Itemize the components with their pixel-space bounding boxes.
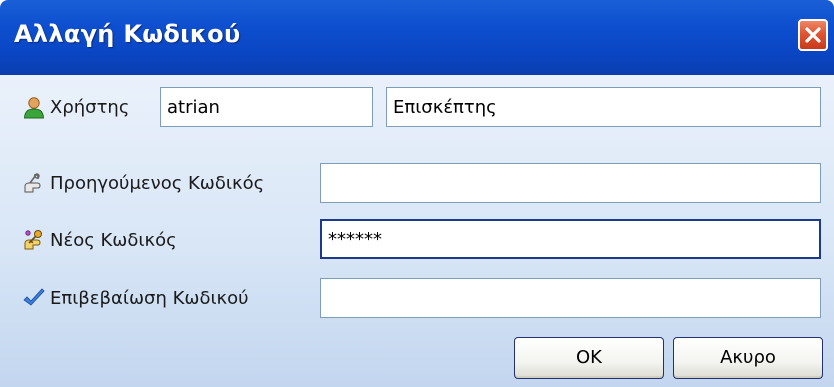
close-icon [805,27,821,43]
user-display-name-field[interactable] [386,87,821,127]
checkmark-icon [23,288,45,306]
user-row-label: Χρήστης [22,92,129,122]
hand-key-icon [24,173,41,193]
previous-password-field[interactable] [320,163,821,203]
keys-icon [24,230,42,250]
window-title: Αλλαγή Κωδικού [14,20,241,48]
new-password-row-label: Νέος Κωδικός [22,225,177,255]
title-bar[interactable]: Αλλαγή Κωδικού [0,0,834,75]
change-password-dialog: Αλλαγή Κωδικού Χρήστης Προηγούμενος Κω [0,0,834,387]
previous-password-label: Προηγούμενος Κωδικός [50,172,265,194]
confirm-password-field[interactable] [320,278,821,318]
confirm-password-label: Επιβεβαίωση Κωδικού [50,287,249,309]
new-password-field[interactable] [320,219,821,259]
new-password-label: Νέος Κωδικός [50,229,177,251]
confirm-password-row-label: Επιβεβαίωση Κωδικού [22,283,249,313]
user-icon [23,97,45,119]
dialog-body: Χρήστης Προηγούμενος Κωδικός Νέος Κωδικό… [0,75,834,387]
ok-button[interactable]: OK [514,337,664,379]
close-button[interactable] [798,19,828,51]
user-label: Χρήστης [50,96,130,118]
username-field[interactable] [160,87,373,127]
previous-password-row-label: Προηγούμενος Κωδικός [22,168,264,198]
cancel-button[interactable]: Ακυρο [673,337,823,379]
